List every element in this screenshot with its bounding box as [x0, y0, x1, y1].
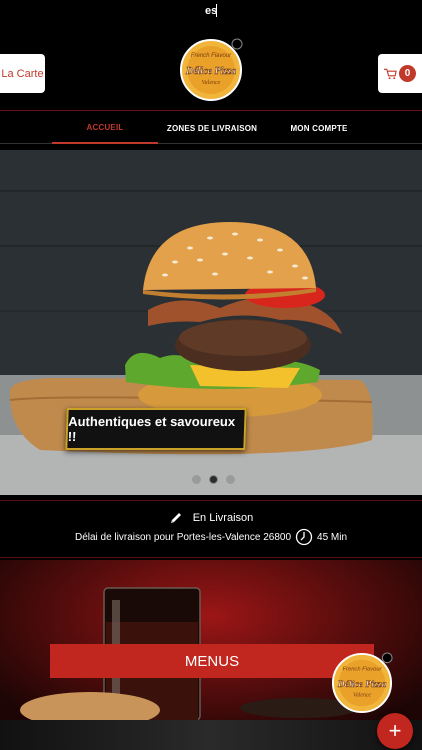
delivery-mode-label: En Livraison	[192, 512, 254, 524]
tab-accueil[interactable]: ACCUEIL	[52, 112, 158, 144]
text-caret	[216, 4, 217, 17]
cart-icon	[384, 68, 397, 79]
logo-city-text: Valence	[202, 80, 221, 86]
main-nav: ACCUEIL ZONES DE LIVRAISON MON COMPTE	[0, 112, 422, 144]
carousel-dot-active[interactable]	[209, 475, 218, 484]
logo-bottom-top-text: French Flavour	[343, 666, 383, 672]
status-bar: es	[0, 0, 422, 24]
brand-logo[interactable]: French Flavour Délice Pizza Valence	[179, 38, 243, 102]
la-carte-button[interactable]: La Carte	[0, 54, 45, 93]
add-button[interactable]: +	[377, 713, 413, 749]
logo-bottom-brand-text: Délice Pizza	[337, 679, 387, 690]
cart-count-badge: 0	[399, 65, 416, 82]
logo-bottom-city-text: Valence	[353, 693, 371, 699]
carousel-dots	[192, 475, 235, 484]
brand-logo-bottom: French Flavour Délice Pizza Valence	[331, 652, 393, 714]
slide-caption: Authentiques et savoureux !!	[65, 408, 247, 450]
clock-icon	[295, 528, 313, 546]
tab-mon-compte[interactable]: MON COMPTE	[268, 112, 370, 144]
logo-top-text: French Flavour	[191, 53, 232, 59]
app-header: La Carte French Flavour Délice Pizza Val…	[0, 24, 422, 110]
delivery-info[interactable]: En Livraison Délai de livraison pour Por…	[0, 500, 422, 558]
carousel-dot[interactable]	[226, 475, 235, 484]
header-divider	[0, 110, 422, 111]
carousel-dot[interactable]	[192, 475, 201, 484]
menus-button[interactable]: MENUS	[50, 644, 374, 678]
next-section-preview	[0, 720, 422, 750]
delivery-delay-value: 45 Min	[317, 531, 348, 543]
logo-brand-text: Délice Pizza	[185, 66, 236, 77]
pencil-icon	[170, 513, 181, 523]
tab-zones-de-livraison[interactable]: ZONES DE LIVRAISON	[160, 112, 264, 144]
cart-button[interactable]: 0	[378, 54, 422, 93]
delivery-delay-label: Délai de livraison pour Portes-les-Valen…	[74, 531, 292, 543]
